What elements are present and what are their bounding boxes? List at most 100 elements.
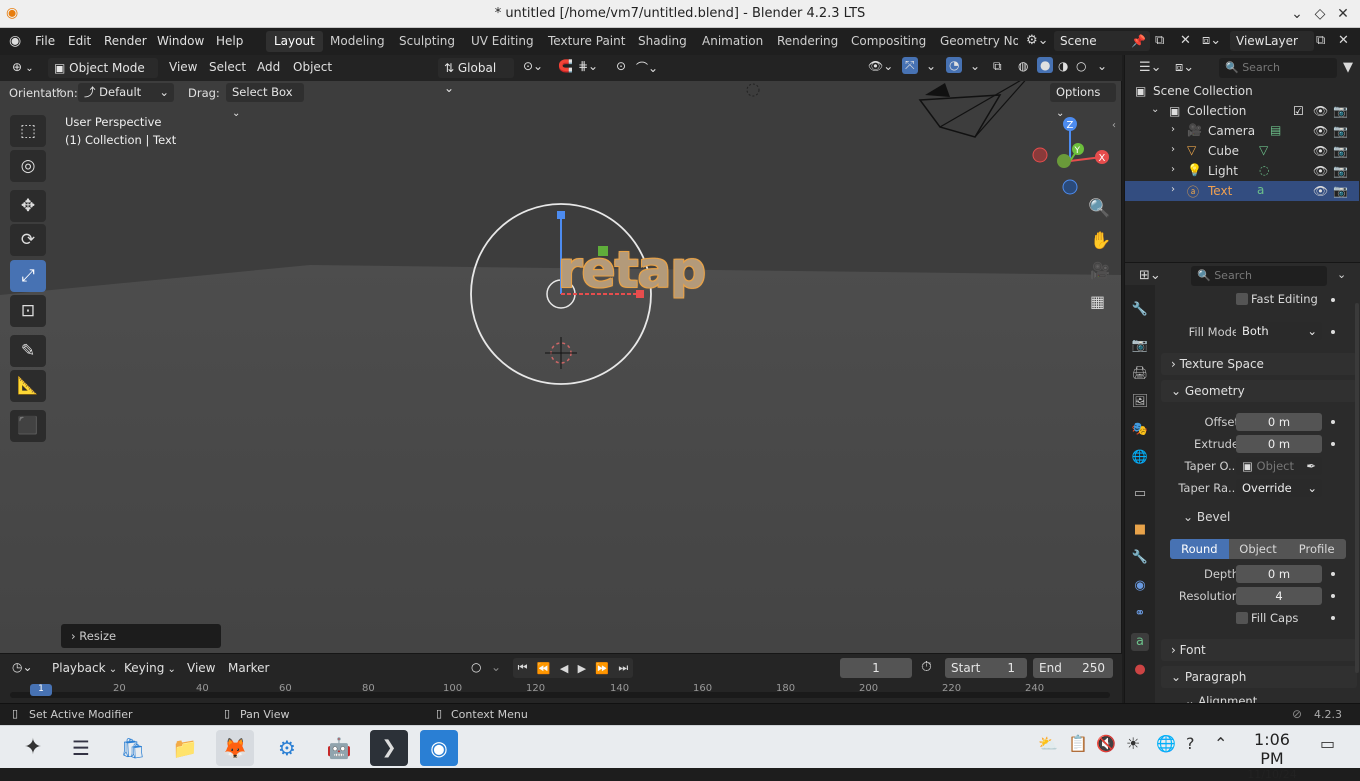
3d-viewport[interactable]: retap Z X Y 🔍 ✋ 🎥 ▦ ‹ User Perspective (… (0, 55, 1122, 653)
annotate-tool[interactable]: ✎ (10, 335, 46, 367)
network-tray-icon[interactable]: 🌐 (1156, 734, 1176, 753)
text-data-icon[interactable]: a (1257, 183, 1264, 197)
light-data-icon[interactable]: ◌ (1259, 163, 1269, 177)
gizmo-neg-y-ball[interactable] (1057, 154, 1071, 168)
transform-orientation-selector[interactable]: ⇅ Global ⌄ (438, 58, 514, 95)
depth-field[interactable]: 0 m (1236, 565, 1322, 583)
menu-keying[interactable]: Keying (124, 661, 176, 675)
scene-name-field[interactable]: Scene 📌 (1054, 31, 1150, 51)
keying-dropdown-icon[interactable]: ⌄ (491, 660, 501, 674)
extrude-field[interactable]: 0 m (1236, 435, 1322, 453)
falloff-icon[interactable]: ⌒⌄ (636, 59, 658, 76)
constraints-tab-icon[interactable]: ⚭ (1131, 605, 1149, 623)
menu-object[interactable]: Object (293, 60, 332, 74)
sidebar-toggle-icon[interactable]: ‹ (1112, 120, 1116, 131)
eye-icon[interactable]: 👁 (1313, 124, 1328, 138)
menu-playback[interactable]: Playback (52, 661, 117, 675)
overlays-dropdown-icon[interactable]: ⌄ (970, 59, 980, 73)
outliner-editor-type-icon[interactable]: ☰⌄ (1139, 60, 1162, 75)
render-camera-icon[interactable]: 📷 (1333, 144, 1348, 158)
terminal-icon[interactable]: ❯ (370, 730, 408, 766)
expand-chevron-icon[interactable]: › (1171, 164, 1175, 175)
menu-window[interactable]: Window (157, 34, 204, 48)
pivot-point-icon[interactable]: ⊙⌄ (523, 59, 543, 73)
menu-timeline-view[interactable]: View (187, 661, 215, 675)
object-tab-icon[interactable]: ■ (1131, 521, 1149, 539)
outliner-item-text[interactable]: › ⓐ Text a 👁 📷 (1125, 181, 1359, 201)
tab-compositing[interactable]: Compositing (843, 31, 934, 52)
render-camera-icon[interactable]: 📷 (1333, 164, 1348, 178)
collapse-chevron-icon[interactable]: ⌄ (1151, 104, 1159, 115)
settings-app-icon[interactable]: ⚙ (268, 730, 306, 766)
display-mode-icon[interactable]: ⧈⌄ (1175, 60, 1194, 75)
playhead[interactable]: 1 (30, 684, 52, 696)
view-layer-icon[interactable]: ⧈⌄ (1202, 33, 1221, 48)
outliner-collection[interactable]: ⌄ ▣ Collection ☑ 👁 📷 (1125, 101, 1359, 121)
app-launcher-icon[interactable]: ✦ (14, 730, 52, 766)
camera-data-icon[interactable]: ▤ (1270, 123, 1281, 137)
pin-icon[interactable]: 📌 (1131, 31, 1146, 51)
outliner-item-camera[interactable]: › 🎥 Camera ▤ 👁 📷 (1125, 121, 1359, 141)
delete-view-layer-icon[interactable]: ✕ (1338, 33, 1349, 48)
material-tab-icon[interactable]: ● (1131, 661, 1149, 679)
mesh-data-icon[interactable]: ▽ (1259, 143, 1268, 157)
orientation-selector[interactable]: ⤴ Default ⌄ (78, 83, 174, 102)
weather-tray-icon[interactable]: ⛅ (1038, 734, 1058, 753)
show-desktop-icon[interactable]: ▭ (1320, 734, 1335, 753)
text-object[interactable]: retap (558, 241, 706, 299)
options-dropdown[interactable]: Options (1050, 83, 1116, 102)
timer-icon[interactable]: ⏱ (921, 659, 932, 675)
menu-file[interactable]: File (35, 34, 55, 48)
outliner-search-input[interactable]: 🔍 Search (1219, 58, 1337, 78)
snap-target-icon[interactable]: ⋕⌄ (578, 59, 598, 73)
android-app-icon[interactable]: 🤖 (320, 730, 358, 766)
keyframe-dot[interactable] (1331, 594, 1335, 598)
keyframe-dot[interactable] (1331, 330, 1335, 334)
fast-editing-checkbox[interactable] (1236, 293, 1248, 305)
outliner-item-cube[interactable]: › ▽ Cube ▽ 👁 📷 (1125, 141, 1359, 161)
rendered-shading-icon[interactable]: ○ (1076, 59, 1086, 73)
eye-icon[interactable]: 👁 (1313, 104, 1328, 118)
properties-editor-type-icon[interactable]: ⊞⌄ (1139, 268, 1161, 283)
eye-icon[interactable]: 👁 (1313, 164, 1328, 178)
scene-selector-icon[interactable]: ⚙⌄ (1026, 33, 1049, 48)
prev-keyframe-icon[interactable]: ⏪ (537, 662, 551, 675)
physics-tab-icon[interactable]: ◉ (1131, 577, 1149, 595)
menu-render[interactable]: Render (104, 34, 147, 48)
checkbox-icon[interactable]: ☑ (1293, 104, 1304, 118)
expand-chevron-icon[interactable]: › (1171, 124, 1175, 135)
menu-help[interactable]: Help (216, 34, 243, 48)
next-keyframe-icon[interactable]: ⏩ (595, 662, 609, 675)
tray-expand-icon[interactable]: ⌃ (1214, 734, 1227, 753)
last-operator-panel[interactable]: › Resize (61, 624, 221, 648)
firefox-icon[interactable]: 🦊 (216, 730, 254, 766)
eyedropper-icon[interactable]: ✒ (1306, 457, 1316, 475)
modifier-tab-icon[interactable]: 🔧 (1131, 549, 1149, 567)
menu-marker[interactable]: Marker (228, 661, 269, 675)
auto-keying-icon[interactable]: ○ (471, 660, 481, 674)
menu-select[interactable]: Select (209, 60, 246, 74)
keyframe-dot[interactable] (1331, 442, 1335, 446)
view-layer-tab-icon[interactable]: 🖼 (1131, 393, 1149, 411)
bevel-mode-profile[interactable]: Profile (1287, 539, 1346, 559)
taper-object-field[interactable]: ▣ Object ✒ (1236, 457, 1322, 475)
render-tab-icon[interactable]: 📷 (1131, 337, 1149, 355)
properties-options-icon[interactable]: ⌄ (1337, 268, 1346, 281)
properties-scrollbar[interactable] (1355, 303, 1359, 673)
play-icon[interactable]: ▶ (578, 662, 586, 675)
measure-tool[interactable]: 📐 (10, 370, 46, 402)
clock[interactable]: 1:06 PM 11/10/24 (1240, 730, 1304, 781)
fill-caps-checkbox[interactable] (1236, 612, 1248, 624)
tab-uv-editing[interactable]: UV Editing (463, 31, 542, 52)
cursor-tool[interactable]: ◎ (10, 150, 46, 182)
tool-tab-icon[interactable]: 🔧 (1131, 301, 1149, 319)
snap-icon[interactable]: 🧲 (558, 59, 573, 73)
rotate-tool[interactable]: ⟳ (10, 224, 46, 256)
overlays-toggle-icon[interactable]: ◔ (946, 57, 963, 73)
timeline-editor-type-icon[interactable]: ◷⌄ (12, 660, 33, 674)
select-box-tool[interactable]: ⬚ (10, 115, 46, 147)
bevel-subpanel-header[interactable]: ⌄ Bevel (1183, 510, 1230, 524)
eye-icon[interactable]: 👁 (1313, 184, 1328, 198)
timeline-ruler[interactable]: 1 20 40 60 80 100 120 140 160 180 200 22… (0, 682, 1122, 702)
tab-geometry-nodes[interactable]: Geometry Noc (932, 31, 1018, 52)
